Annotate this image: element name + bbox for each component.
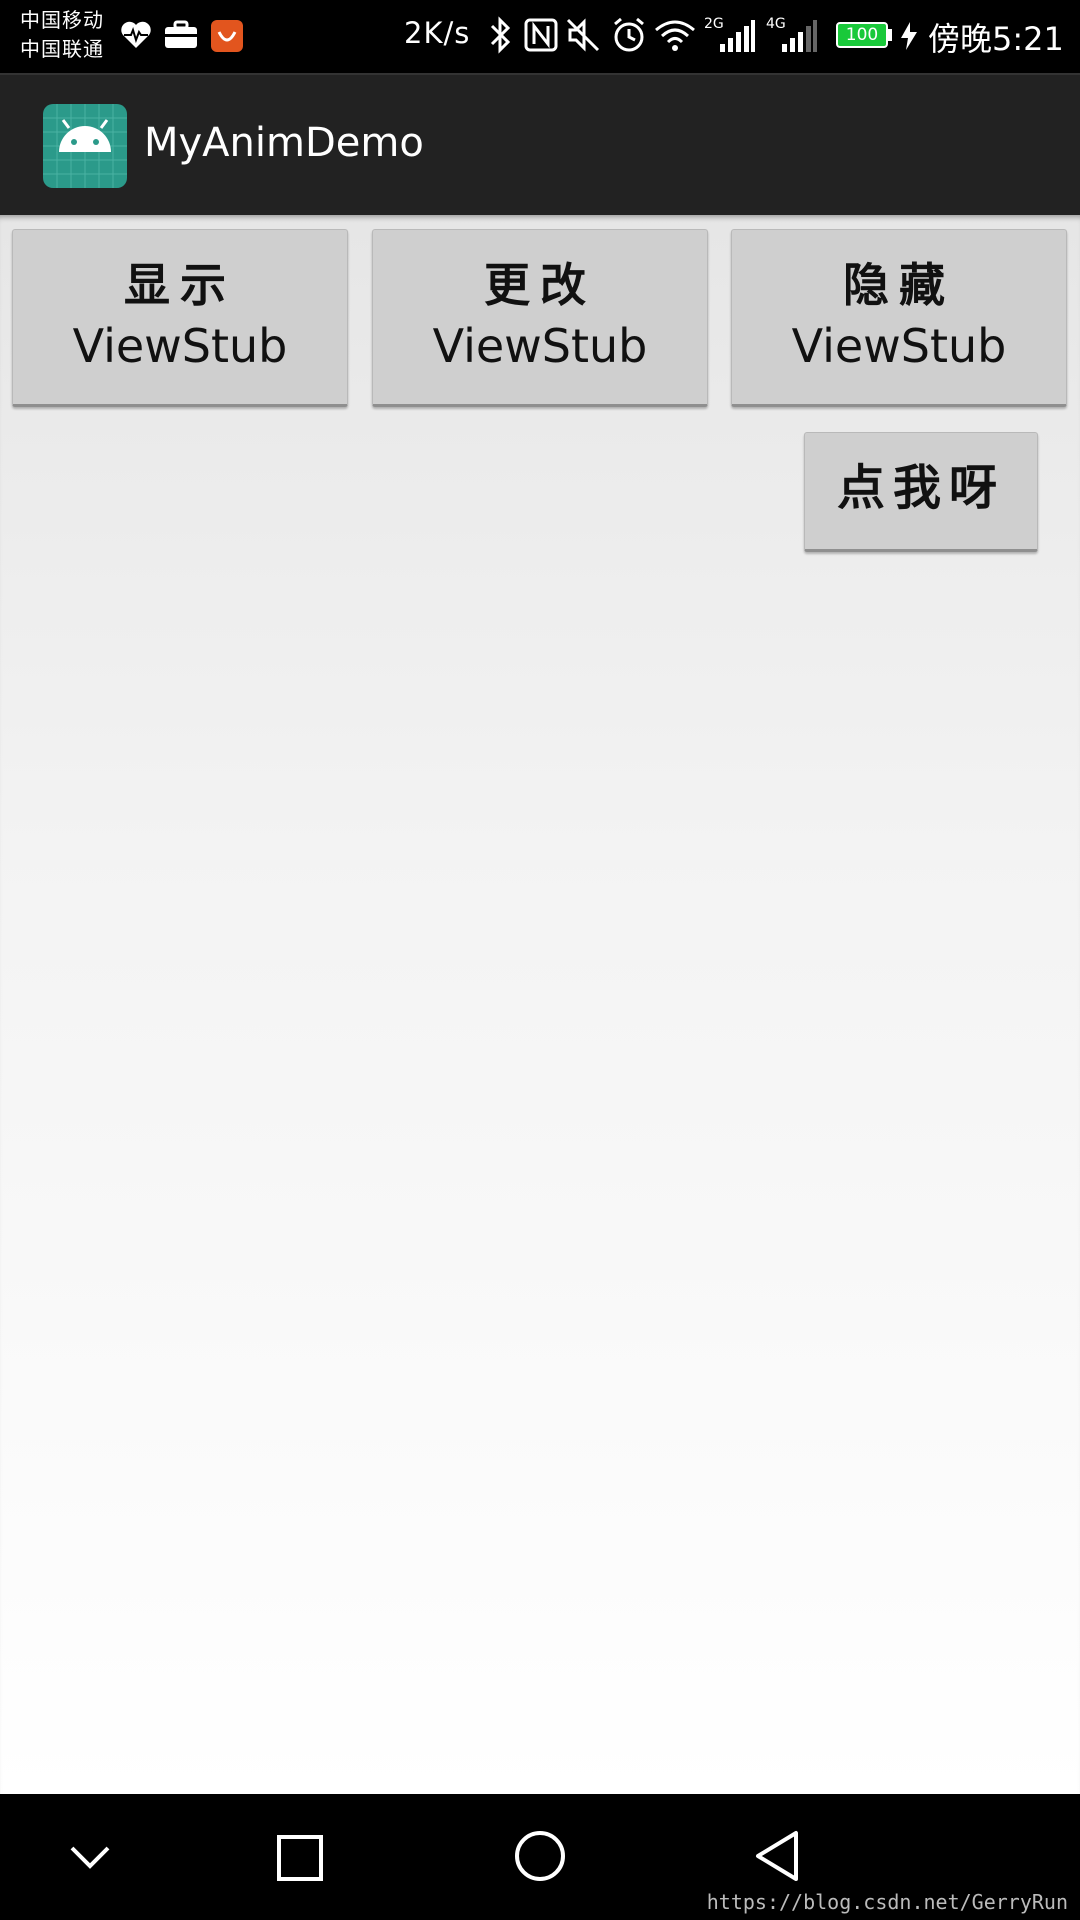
change-viewstub-button[interactable]: 更改 ViewStub [372, 229, 708, 407]
status-time: 傍晚5:21 [928, 20, 1064, 58]
back-icon[interactable] [752, 1828, 804, 1884]
nfc-icon [524, 18, 558, 52]
mute-icon [566, 18, 600, 52]
wifi-icon [655, 20, 695, 51]
show-button-label-1: 显示 [124, 258, 236, 312]
click-me-button[interactable]: 点我呀 [804, 432, 1038, 552]
hide-button-label-2: ViewStub [791, 319, 1007, 373]
briefcase-icon [165, 20, 197, 48]
carrier-info: 中国移动 中国联通 [20, 6, 116, 64]
charging-icon [901, 22, 917, 50]
battery-level: 100 [845, 25, 879, 45]
status-bar: 中国移动 中国联通 2K/s 2G 4G 100 傍晚5:21 [0, 0, 1080, 73]
android-icon [43, 104, 127, 188]
hide-nav-icon[interactable] [66, 1838, 114, 1878]
battery-indicator: 100 [836, 22, 888, 48]
show-button-label-2: ViewStub [72, 319, 288, 373]
carrier-1: 中国移动 [20, 8, 104, 32]
show-viewstub-button[interactable]: 显示 ViewStub [12, 229, 348, 407]
app-title: MyAnimDemo [144, 120, 424, 166]
navigation-bar: https://blog.csdn.net/GerryRun [0, 1794, 1080, 1920]
bluetooth-icon [490, 16, 511, 54]
home-icon[interactable] [512, 1828, 568, 1884]
network-speed: 2K/s [404, 16, 471, 50]
watermark: https://blog.csdn.net/GerryRun [706, 1890, 1068, 1914]
main-content: 显示 ViewStub 更改 ViewStub 隐藏 ViewStub 点我呀 [0, 215, 1080, 1794]
hide-button-label-1: 隐藏 [843, 258, 955, 312]
battery-cap [888, 29, 892, 41]
signal-icon [720, 20, 755, 52]
alarm-icon [614, 17, 644, 52]
hide-viewstub-button[interactable]: 隐藏 ViewStub [731, 229, 1067, 407]
change-button-label-1: 更改 [484, 258, 596, 312]
carrier-2: 中国联通 [20, 37, 104, 61]
app-notification-icon [211, 20, 243, 52]
change-button-label-2: ViewStub [432, 319, 648, 373]
recents-icon[interactable] [274, 1832, 326, 1884]
signal-icon [782, 20, 817, 52]
action-bar: MyAnimDemo [0, 73, 1080, 215]
click-me-label: 点我呀 [836, 460, 1005, 516]
heart-monitor-icon [121, 21, 151, 48]
